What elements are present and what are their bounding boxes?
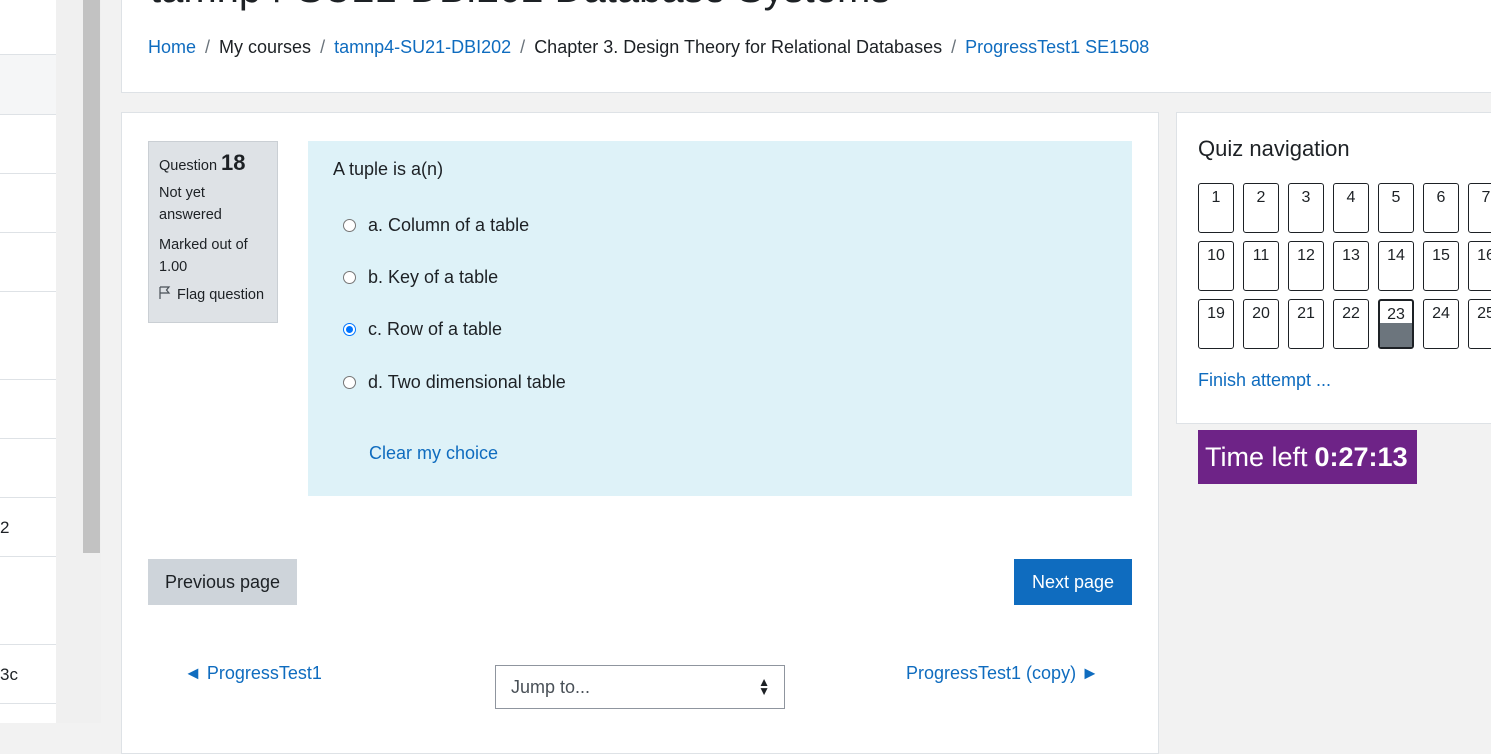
next-activity-link[interactable]: ProgressTest1 (copy) ►	[906, 663, 1099, 684]
question-nav-button[interactable]: 3	[1288, 183, 1324, 233]
drawer-item[interactable]	[0, 233, 56, 292]
answer-label: b. Key of a table	[368, 267, 499, 287]
next-page-button[interactable]: Next page	[1014, 559, 1132, 605]
question-nav-button[interactable]: 1	[1198, 183, 1234, 233]
previous-activity-link[interactable]: ◄ ProgressTest1	[184, 663, 322, 684]
question-grade: Marked out of 1.00	[159, 237, 248, 275]
page-header: tamnp4-SU21-DBI202 Database Systems Home…	[121, 0, 1491, 93]
breadcrumb-quiz[interactable]: ProgressTest1 SE1508	[965, 37, 1149, 57]
jump-to-label: Jump to...	[511, 676, 591, 697]
answered-indicator	[1380, 323, 1412, 347]
radio-button-selected[interactable]	[343, 323, 356, 336]
answer-option-a[interactable]: a. Column of a table	[343, 215, 529, 236]
select-caret-icon: ▲ ▼	[758, 675, 770, 698]
question-nav-button[interactable]: 24	[1423, 299, 1459, 349]
drawer-item[interactable]	[0, 55, 56, 115]
question-nav-button[interactable]: 11	[1243, 241, 1279, 291]
question-nav-button[interactable]: 20	[1243, 299, 1279, 349]
answer-option-d[interactable]: d. Two dimensional table	[343, 372, 566, 393]
question-label: Question	[159, 158, 218, 174]
quiz-timer: Time left 0:27:13	[1198, 430, 1417, 484]
breadcrumb-course[interactable]: tamnp4-SU21-DBI202	[334, 37, 511, 57]
flag-question-button[interactable]: Flag question	[159, 286, 267, 304]
breadcrumb-separator: /	[520, 37, 526, 57]
question-info: Question 18 Not yet answered Marked out o…	[148, 141, 278, 323]
flag-question-label: Flag question	[177, 287, 265, 303]
question-state: Not yet answered	[159, 185, 222, 223]
breadcrumb-section: Chapter 3. Design Theory for Relational …	[534, 37, 943, 57]
answer-option-c[interactable]: c. Row of a table	[343, 319, 502, 340]
flag-icon	[159, 286, 171, 304]
drawer-item[interactable]: 3c	[0, 645, 56, 704]
breadcrumb-my-courses: My courses	[219, 37, 312, 57]
drawer-item[interactable]	[0, 380, 56, 439]
quiz-content: Question 18 Not yet answered Marked out o…	[121, 112, 1159, 754]
answer-option-b[interactable]: b. Key of a table	[343, 267, 498, 288]
answer-label: c. Row of a table	[368, 319, 503, 339]
question-nav-button[interactable]: 14	[1378, 241, 1414, 291]
timer-label: Time left	[1205, 441, 1308, 472]
question-nav-button[interactable]: 6	[1423, 183, 1459, 233]
quiz-navigation-title: Quiz navigation	[1198, 136, 1350, 161]
drawer-item[interactable]	[0, 292, 56, 380]
jump-to-select[interactable]: Jump to... ▲ ▼	[495, 665, 785, 709]
question-nav-button-current[interactable]: 23	[1378, 299, 1414, 349]
drawer-scrollbar-thumb[interactable]	[83, 0, 100, 553]
drawer-item[interactable]	[0, 557, 56, 645]
question-nav-button[interactable]: 7	[1468, 183, 1491, 233]
question-nav-button[interactable]: 5	[1378, 183, 1414, 233]
timer-value: 0:27:13	[1314, 441, 1408, 472]
drawer-item[interactable]	[0, 115, 56, 174]
question-formulation: A tuple is a(n) a. Column of a table b. …	[308, 141, 1132, 496]
previous-page-button[interactable]: Previous page	[148, 559, 297, 605]
course-index-drawer: 2 3c	[0, 0, 57, 723]
question-nav-button[interactable]: 21	[1288, 299, 1324, 349]
answer-label: d. Two dimensional table	[368, 372, 566, 392]
clear-choice-link[interactable]: Clear my choice	[369, 443, 498, 464]
breadcrumb-separator: /	[205, 37, 211, 57]
answer-label: a. Column of a table	[368, 215, 530, 235]
drawer-item[interactable]	[0, 174, 56, 233]
radio-button[interactable]	[343, 271, 356, 284]
question-nav-button[interactable]: 15	[1423, 241, 1459, 291]
breadcrumb-separator: /	[951, 37, 957, 57]
question-number: 18	[221, 150, 246, 175]
drawer-item[interactable]	[0, 0, 56, 55]
question-nav-button[interactable]: 16	[1468, 241, 1491, 291]
quiz-navigation-block: Quiz navigation 1 2 3 4 5 6 7 10 11 12 1…	[1176, 112, 1491, 424]
question-nav-button[interactable]: 4	[1333, 183, 1369, 233]
question-text: A tuple is a(n)	[333, 159, 444, 179]
question-nav-button[interactable]: 22	[1333, 299, 1369, 349]
breadcrumb-separator: /	[320, 37, 326, 57]
breadcrumb: Home / My courses / tamnp4-SU21-DBI202 / Chapt…	[148, 37, 1149, 58]
course-title: tamnp4-SU21-DBI202 Database Systems	[150, 0, 890, 12]
breadcrumb-home[interactable]: Home	[148, 37, 196, 57]
question-nav-button[interactable]: 25	[1468, 299, 1491, 349]
radio-button[interactable]	[343, 219, 356, 232]
radio-button[interactable]	[343, 376, 356, 389]
question-nav-button[interactable]: 19	[1198, 299, 1234, 349]
drawer-item[interactable]: 2	[0, 498, 56, 557]
question-nav-button[interactable]: 10	[1198, 241, 1234, 291]
drawer-item[interactable]	[0, 439, 56, 498]
question-nav-button[interactable]: 13	[1333, 241, 1369, 291]
question-nav-button[interactable]: 2	[1243, 183, 1279, 233]
question-nav-button[interactable]: 12	[1288, 241, 1324, 291]
finish-attempt-link[interactable]: Finish attempt ...	[1198, 370, 1331, 391]
